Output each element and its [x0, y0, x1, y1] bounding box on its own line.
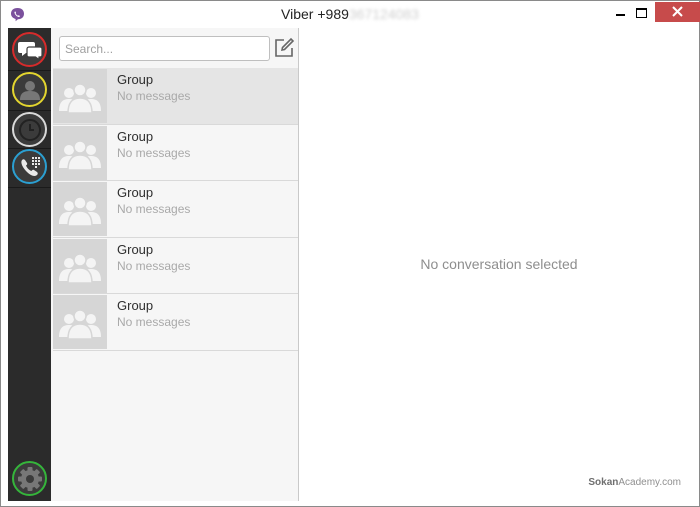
- conversation-preview: No messages: [117, 202, 191, 216]
- conversation-name: Group: [117, 298, 154, 313]
- watermark: SokanAcademy.com: [588, 477, 681, 488]
- group-avatar-icon: [53, 69, 107, 123]
- conversation-name: Group: [117, 185, 154, 200]
- group-avatar-icon: [53, 182, 107, 236]
- group-avatar-icon: [53, 238, 107, 293]
- conversation-preview: No messages: [117, 89, 191, 103]
- conversation-list-pane: Group No messages Group No messages Grou…: [51, 28, 299, 501]
- nav-settings-button[interactable]: [12, 461, 47, 496]
- conversation-preview: No messages: [117, 145, 191, 160]
- close-button[interactable]: [655, 2, 700, 22]
- viber-window: Viber +989367124083 Search... Group No m…: [0, 0, 700, 507]
- maximize-button[interactable]: [627, 2, 655, 22]
- window-title: Viber +989367124083: [281, 6, 419, 22]
- nav-chats-button[interactable]: [12, 32, 47, 67]
- search-input[interactable]: [59, 36, 270, 61]
- clock-icon: [18, 118, 41, 141]
- conversation-name: Group: [117, 128, 154, 144]
- conversation-item[interactable]: Group No messages: [53, 294, 298, 351]
- conversation-name: Group: [117, 72, 154, 87]
- empty-state-text: No conversation selected: [420, 256, 578, 272]
- nav-dialpad-button[interactable]: [12, 149, 47, 184]
- conversation-view: No conversation selected SokanAcademy.co…: [299, 28, 699, 501]
- contact-person-icon: [19, 80, 40, 100]
- group-avatar-icon: [53, 125, 107, 180]
- close-icon: [672, 6, 683, 17]
- nav-rail: [8, 28, 51, 501]
- nav-recents-button[interactable]: [12, 112, 47, 147]
- conversation-preview: No messages: [117, 258, 191, 273]
- group-avatar-icon: [53, 295, 107, 349]
- conversation-list: Group No messages Group No messages Grou…: [53, 68, 298, 351]
- chat-bubbles-icon: [17, 41, 42, 60]
- conversation-item[interactable]: Group No messages: [53, 124, 298, 181]
- conversation-preview: No messages: [117, 315, 191, 329]
- conversation-item[interactable]: Group No messages: [53, 68, 298, 125]
- conversation-item[interactable]: Group No messages: [53, 237, 298, 294]
- conversation-name: Group: [117, 241, 154, 257]
- title-bar: Viber +989367124083: [1, 1, 700, 28]
- compose-icon[interactable]: [273, 37, 295, 59]
- gear-icon: [17, 466, 42, 491]
- conversation-item[interactable]: Group No messages: [53, 181, 298, 238]
- nav-contacts-button[interactable]: [12, 72, 47, 107]
- phone-dialpad-icon: [20, 156, 40, 176]
